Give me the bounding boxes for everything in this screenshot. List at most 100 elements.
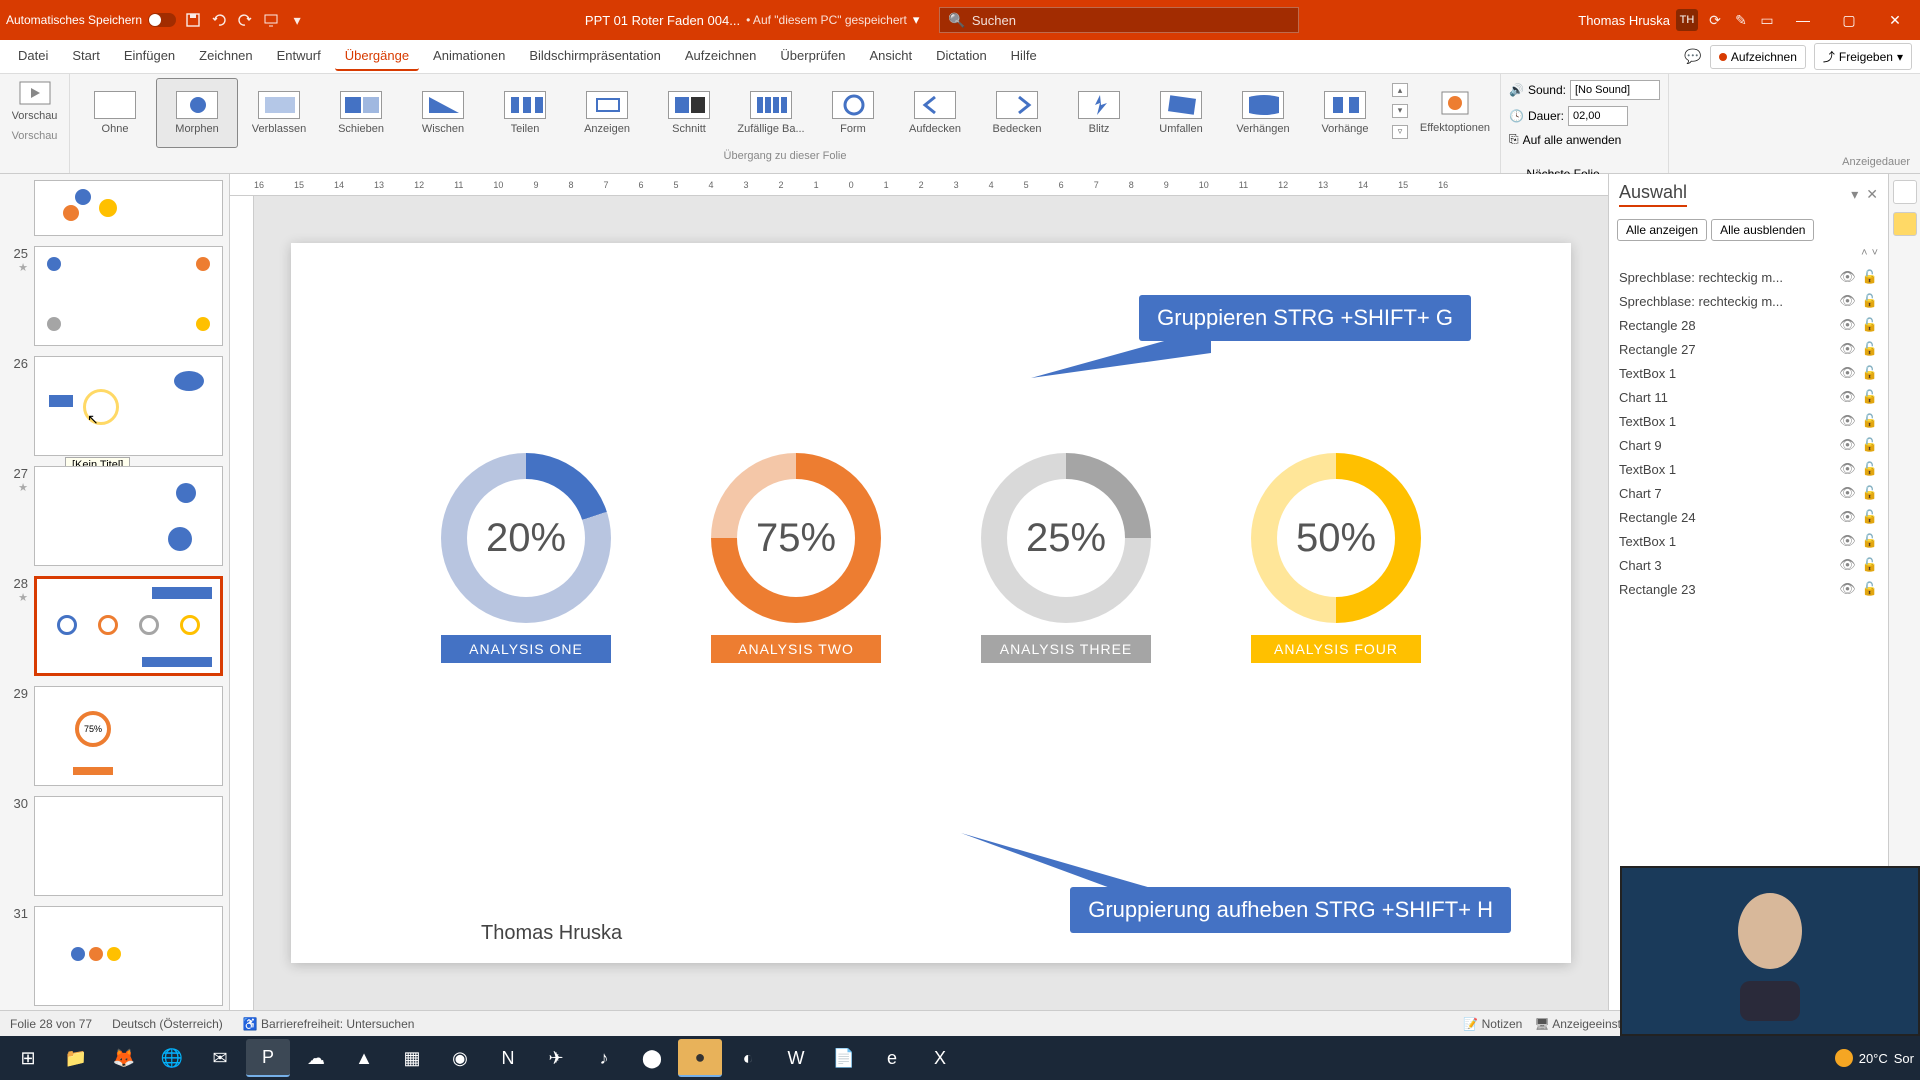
slide-thumb-28[interactable]: 28★ [6, 576, 223, 676]
visibility-icon[interactable]: 👁 [1839, 461, 1856, 477]
slide-thumb-30[interactable]: 30 [6, 796, 223, 896]
visibility-icon[interactable]: 👁 [1839, 269, 1856, 285]
powerpoint-icon[interactable]: P [246, 1039, 290, 1077]
visibility-icon[interactable]: 👁 [1839, 365, 1856, 381]
menu-übergänge[interactable]: Übergänge [335, 42, 419, 71]
slide-thumbnail[interactable]: 75% [34, 686, 223, 786]
start-button[interactable]: ⊞ [6, 1039, 50, 1077]
menu-einfügen[interactable]: Einfügen [114, 42, 185, 71]
callout-ungroup[interactable]: Gruppierung aufheben STRG +SHIFT+ H [1070, 887, 1511, 933]
onenote-icon[interactable]: N [486, 1039, 530, 1077]
transition-morphen[interactable]: Morphen [156, 78, 238, 148]
selection-item[interactable]: Rectangle 27👁🔓 [1619, 337, 1878, 361]
app-icon[interactable]: ▦ [390, 1039, 434, 1077]
slide-thumbnail[interactable]: [Kein Titel]↖ [34, 356, 223, 456]
transition-bedecken[interactable]: Bedecken [976, 78, 1058, 148]
selection-item[interactable]: Chart 7👁🔓 [1619, 481, 1878, 505]
share-button[interactable]: ⤴Freigeben▾ [1814, 43, 1912, 70]
selection-item[interactable]: Rectangle 24👁🔓 [1619, 505, 1878, 529]
slide-thumb-25[interactable]: 25★ [6, 246, 223, 346]
visibility-icon[interactable]: 👁 [1839, 485, 1856, 501]
hide-all-button[interactable]: Alle ausblenden [1711, 219, 1814, 241]
slide-thumbnail[interactable] [34, 906, 223, 1006]
autosave-toggle[interactable]: Automatisches Speichern [6, 13, 176, 27]
menu-aufzeichnen[interactable]: Aufzeichnen [675, 42, 767, 71]
document-title[interactable]: PPT 01 Roter Faden 004... • Auf "diesem … [585, 12, 919, 28]
slide-thumbnail[interactable] [34, 796, 223, 896]
weather-widget[interactable]: 20°CSor [1835, 1049, 1914, 1067]
explorer-icon[interactable]: 📁 [54, 1039, 98, 1077]
app-icon[interactable]: 📄 [822, 1039, 866, 1077]
lock-icon[interactable]: 🔓 [1862, 509, 1878, 525]
transition-form[interactable]: Form [812, 78, 894, 148]
comments-icon[interactable]: 💬 [1684, 48, 1702, 66]
selection-item[interactable]: Chart 9👁🔓 [1619, 433, 1878, 457]
side-tab[interactable] [1893, 180, 1917, 204]
lock-icon[interactable]: 🔓 [1862, 269, 1878, 285]
donut-chart[interactable]: 25%ANALYSIS THREE [981, 453, 1151, 663]
visibility-icon[interactable]: 👁 [1839, 509, 1856, 525]
search-box[interactable]: 🔍 [939, 7, 1299, 33]
search-input[interactable] [972, 13, 1291, 28]
save-icon[interactable] [184, 11, 202, 29]
selection-item[interactable]: Chart 3👁🔓 [1619, 553, 1878, 577]
app-icon[interactable]: ☁ [294, 1039, 338, 1077]
visibility-icon[interactable]: 👁 [1839, 341, 1856, 357]
transition-teilen[interactable]: Teilen [484, 78, 566, 148]
telegram-icon[interactable]: ✈ [534, 1039, 578, 1077]
lock-icon[interactable]: 🔓 [1862, 341, 1878, 357]
show-all-button[interactable]: Alle anzeigen [1617, 219, 1707, 241]
transition-verhngen[interactable]: Verhängen [1222, 78, 1304, 148]
draw-icon[interactable]: ✎ [1732, 11, 1750, 29]
word-icon[interactable]: W [774, 1039, 818, 1077]
selection-item[interactable]: TextBox 1👁🔓 [1619, 361, 1878, 385]
menu-überprüfen[interactable]: Überprüfen [770, 42, 855, 71]
lock-icon[interactable]: 🔓 [1862, 437, 1878, 453]
donut-chart[interactable]: 20%ANALYSIS ONE [441, 453, 611, 663]
record-button[interactable]: Aufzeichnen [1710, 45, 1806, 69]
effect-options-button[interactable]: Effektoptionen [1410, 74, 1500, 148]
donut-chart[interactable]: 50%ANALYSIS FOUR [1251, 453, 1421, 663]
selection-item[interactable]: Sprechblase: rechteckig m...👁🔓 [1619, 265, 1878, 289]
menu-start[interactable]: Start [62, 42, 109, 71]
transition-schieben[interactable]: Schieben [320, 78, 402, 148]
sound-dropdown[interactable]: 🔊Sound: [1509, 80, 1660, 100]
menu-datei[interactable]: Datei [8, 42, 58, 71]
menu-bildschirmpräsentation[interactable]: Bildschirmpräsentation [519, 42, 671, 71]
slide-thumb-26[interactable]: 26[Kein Titel]↖ [6, 356, 223, 456]
app-icon[interactable]: ◉ [438, 1039, 482, 1077]
lock-icon[interactable]: 🔓 [1862, 581, 1878, 597]
apply-all-button[interactable]: ⎘Auf alle anwenden [1509, 132, 1660, 147]
visibility-icon[interactable]: 👁 [1839, 293, 1856, 309]
selection-item[interactable]: Rectangle 23👁🔓 [1619, 577, 1878, 601]
lock-icon[interactable]: 🔓 [1862, 413, 1878, 429]
more-icon[interactable]: ▾ [288, 11, 306, 29]
menu-dictation[interactable]: Dictation [926, 42, 997, 71]
duration-input[interactable] [1568, 106, 1628, 126]
outlook-icon[interactable]: ✉ [198, 1039, 242, 1077]
visibility-icon[interactable]: 👁 [1839, 317, 1856, 333]
lock-icon[interactable]: 🔓 [1862, 485, 1878, 501]
obs-icon[interactable]: ⬤ [630, 1039, 674, 1077]
close <-close-pane-icon[interactable]: ✕ [1866, 186, 1878, 203]
selection-item[interactable]: TextBox 1👁🔓 [1619, 457, 1878, 481]
maximize-button[interactable]: ▢ [1830, 12, 1868, 29]
menu-zeichnen[interactable]: Zeichnen [189, 42, 262, 71]
lock-icon[interactable]: 🔓 [1862, 293, 1878, 309]
slide-thumb-31[interactable]: 31 [6, 906, 223, 1006]
slide-thumb-29[interactable]: 2975% [6, 686, 223, 786]
transition-zuflligeba[interactable]: Zufällige Ba... [730, 78, 812, 148]
minimize-button[interactable]: — [1784, 12, 1822, 28]
chevron-down-icon[interactable]: ▾ [1897, 50, 1903, 64]
selection-item[interactable]: Chart 11👁🔓 [1619, 385, 1878, 409]
gallery-scroll[interactable]: ▴▾▿ [1390, 74, 1410, 148]
visibility-icon[interactable]: 👁 [1839, 533, 1856, 549]
lock-icon[interactable]: 🔓 [1862, 317, 1878, 333]
move-up-icon[interactable]: ˄ [1861, 247, 1867, 259]
selection-item[interactable]: Rectangle 28👁🔓 [1619, 313, 1878, 337]
selection-item[interactable]: TextBox 1👁🔓 [1619, 529, 1878, 553]
window-icon[interactable]: ▭ [1758, 11, 1776, 29]
transition-umfallen[interactable]: Umfallen [1140, 78, 1222, 148]
language-indicator[interactable]: Deutsch (Österreich) [112, 1017, 223, 1031]
move-down-icon[interactable]: ˅ [1872, 247, 1878, 259]
